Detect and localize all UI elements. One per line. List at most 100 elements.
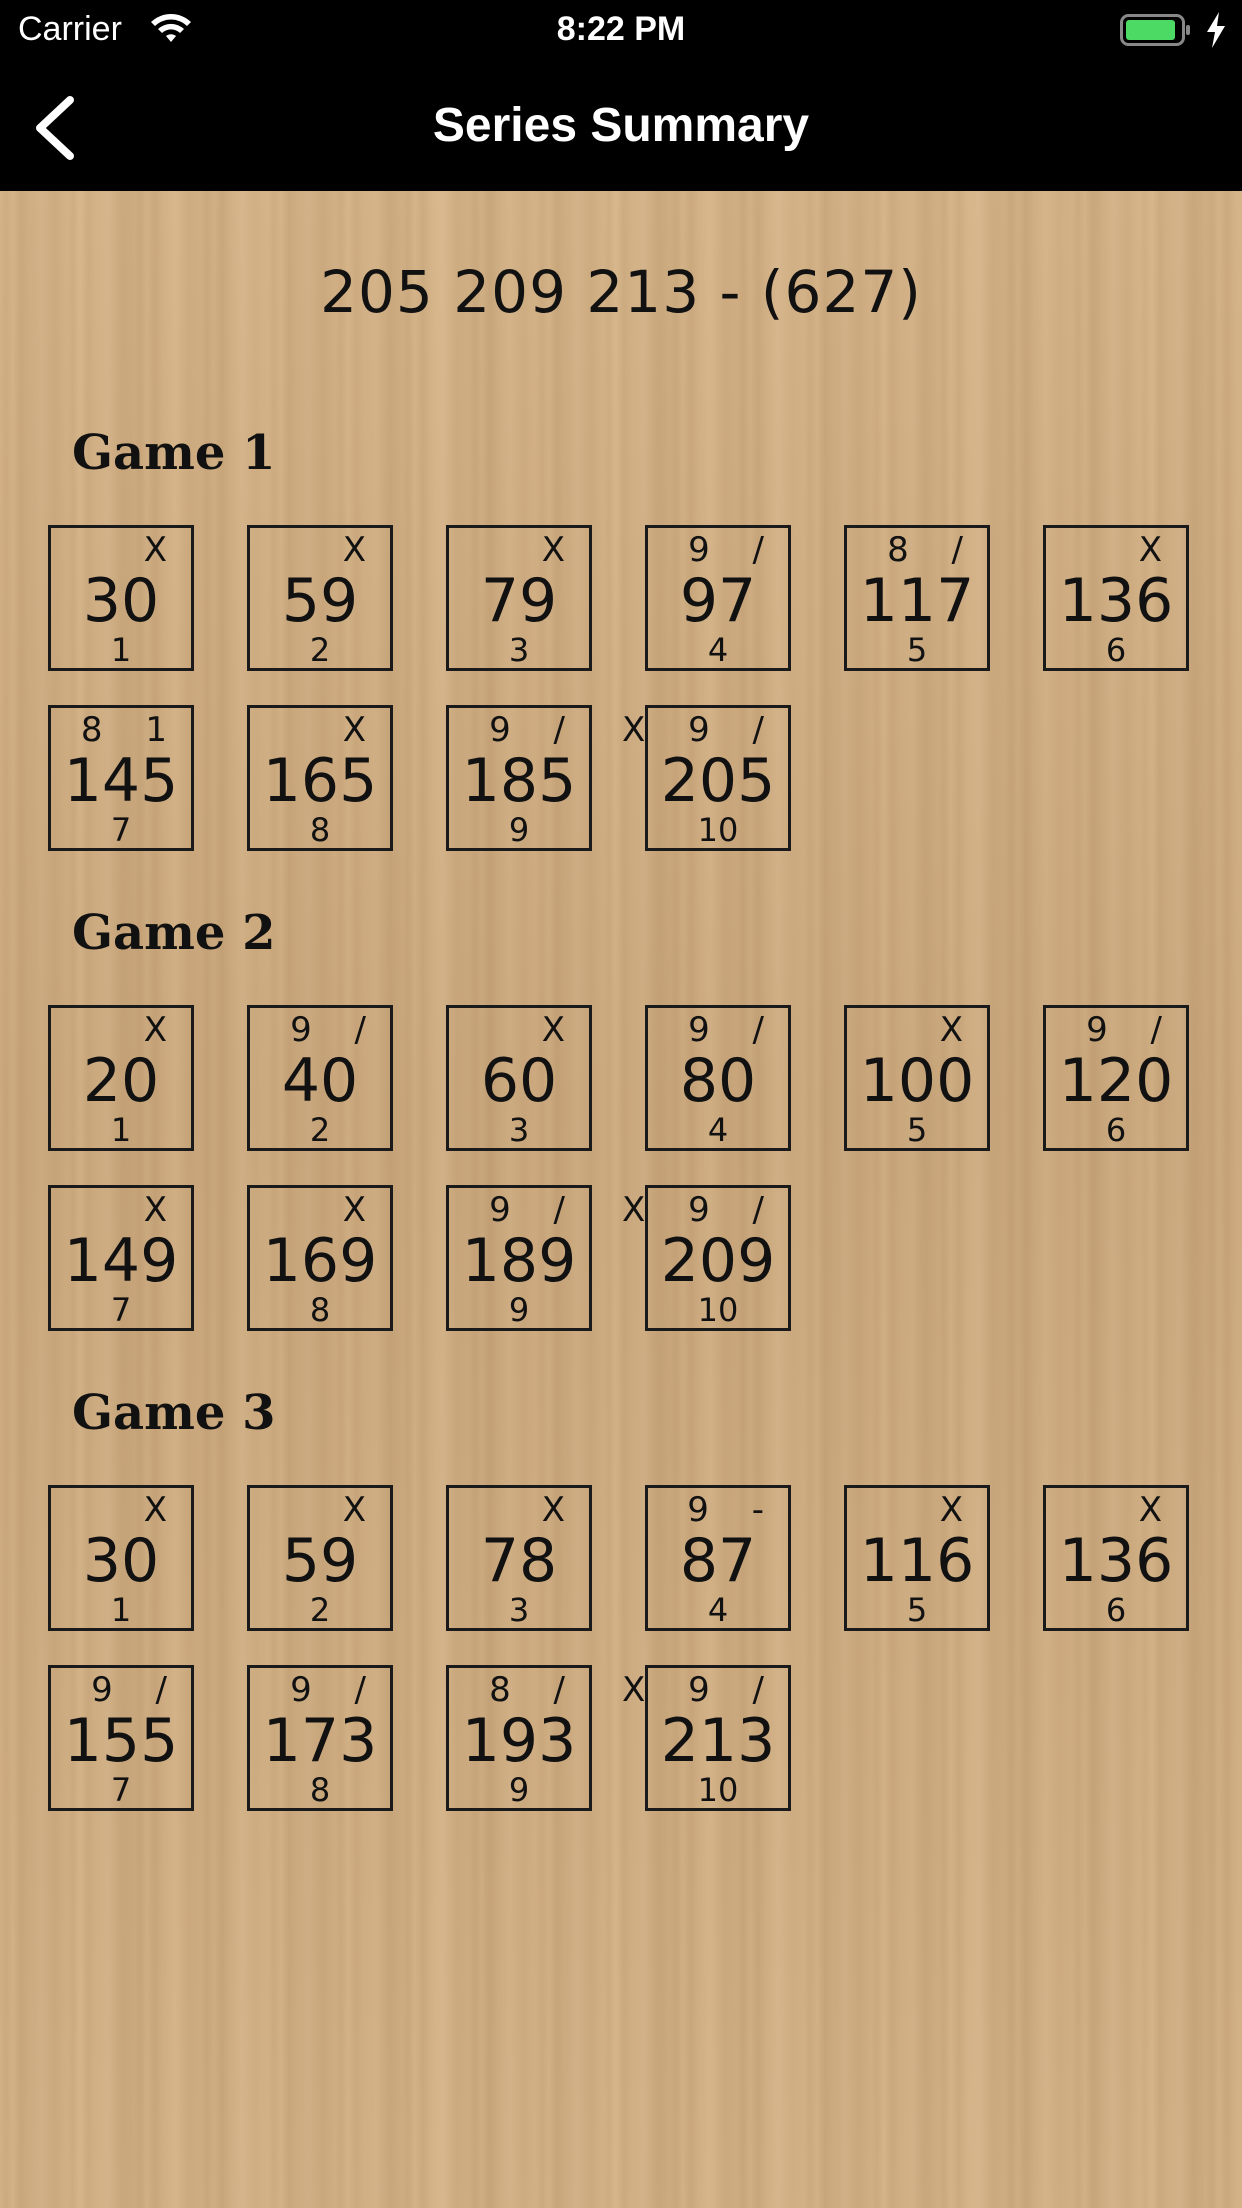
frame-marks: 9 / bbox=[688, 1010, 780, 1050]
frame-score: 87 bbox=[679, 1526, 757, 1596]
frame-box: X 59 2 bbox=[247, 525, 393, 671]
page-title: Series Summary bbox=[432, 99, 810, 152]
frame-box: X 30 1 bbox=[48, 525, 194, 671]
frame-box: X 116 5 bbox=[844, 1485, 990, 1631]
frame-marks: X bbox=[541, 530, 581, 570]
frame-number: 3 bbox=[508, 1591, 530, 1629]
frame-score: 149 bbox=[63, 1226, 179, 1296]
frame-marks: X bbox=[342, 1490, 382, 1530]
frame-number: 1 bbox=[110, 1591, 132, 1629]
frame-marks: X bbox=[342, 710, 382, 750]
frame-marks: 9 / bbox=[290, 1010, 382, 1050]
frame-box: 8 /117 5 bbox=[844, 525, 990, 671]
frame-box: 9 /120 6 bbox=[1043, 1005, 1189, 1151]
frame-score: 173 bbox=[262, 1706, 378, 1776]
frame-score: 30 bbox=[82, 566, 160, 636]
frame-number: 8 bbox=[309, 1291, 331, 1329]
frame-box: 9 /155 7 bbox=[48, 1665, 194, 1811]
frame-score: 185 bbox=[461, 746, 577, 816]
frame-box: X 165 8 bbox=[247, 705, 393, 851]
frame-marks: 8 / bbox=[489, 1670, 581, 1710]
frame-number: 4 bbox=[707, 631, 729, 669]
frame-marks: X bbox=[939, 1010, 979, 1050]
frame-number: 9 bbox=[508, 811, 530, 849]
frame-marks: 9 / bbox=[688, 530, 780, 570]
frame-score: 136 bbox=[1058, 1526, 1174, 1596]
frame-number: 3 bbox=[508, 631, 530, 669]
frame-number: 2 bbox=[309, 631, 331, 669]
frame-score: 80 bbox=[679, 1046, 757, 1116]
frame-box: X 136 6 bbox=[1043, 525, 1189, 671]
frame-box: X 79 3 bbox=[446, 525, 592, 671]
frame-box: X 9 /205 10 bbox=[622, 705, 791, 851]
frame-number: 7 bbox=[110, 1771, 132, 1809]
frame-number: 7 bbox=[110, 1291, 132, 1329]
frame-number: 5 bbox=[906, 1111, 928, 1149]
frame-box: 9 /189 9 bbox=[446, 1185, 592, 1331]
frame-score: 120 bbox=[1058, 1046, 1174, 1116]
battery-icon bbox=[1120, 14, 1190, 46]
frame-number: 10 bbox=[697, 811, 739, 849]
frame-score: 165 bbox=[262, 746, 378, 816]
frame-box: 9 /97 4 bbox=[645, 525, 791, 671]
frame-number: 10 bbox=[697, 1291, 739, 1329]
frame-score: 116 bbox=[859, 1526, 975, 1596]
series-total: 205 209 213 - (627) bbox=[320, 258, 922, 326]
frame-marks: X bbox=[143, 1010, 183, 1050]
frame-score: 213 bbox=[660, 1706, 776, 1776]
frame-score: 155 bbox=[63, 1706, 179, 1776]
frame-box: X 136 6 bbox=[1043, 1485, 1189, 1631]
frame-marks: 9 - bbox=[687, 1490, 780, 1530]
frame-number: 1 bbox=[110, 631, 132, 669]
frame-marks: 9 / bbox=[489, 1190, 581, 1230]
frame-score: 59 bbox=[281, 1526, 359, 1596]
frame-number: 7 bbox=[110, 811, 132, 849]
frame-number: 9 bbox=[508, 1771, 530, 1809]
frame-marks: X bbox=[143, 1190, 183, 1230]
frame-box: X 30 1 bbox=[48, 1485, 194, 1631]
frame-number: 10 bbox=[697, 1771, 739, 1809]
frame-score: 193 bbox=[461, 1706, 577, 1776]
frame-score: 205 bbox=[660, 746, 776, 816]
frame-box: 8 1 145 7 bbox=[48, 705, 194, 851]
charging-icon bbox=[1207, 12, 1225, 48]
frame-number: 6 bbox=[1105, 1111, 1127, 1149]
frame-number: 4 bbox=[707, 1591, 729, 1629]
frame-score: 30 bbox=[82, 1526, 160, 1596]
frame-number: 8 bbox=[309, 1771, 331, 1809]
navigation-bar: Carrier 8:22 PM Series Summary bbox=[0, 0, 1242, 191]
frame-box: 9 /173 8 bbox=[247, 1665, 393, 1811]
frame-box: 9 /80 4 bbox=[645, 1005, 791, 1151]
frame-score: 59 bbox=[281, 566, 359, 636]
frame-score: 20 bbox=[82, 1046, 160, 1116]
frame-marks: X bbox=[541, 1010, 581, 1050]
clock: 8:22 PM bbox=[556, 10, 686, 48]
frame-number: 6 bbox=[1105, 631, 1127, 669]
frame-box: 9 -87 4 bbox=[645, 1485, 791, 1631]
frame-box: X 9 /209 10 bbox=[622, 1185, 791, 1331]
frame-score: 169 bbox=[262, 1226, 378, 1296]
frame-marks: 8 1 bbox=[80, 710, 183, 750]
frame-box: 8 /193 9 bbox=[446, 1665, 592, 1811]
frame-marks: X bbox=[1138, 1490, 1178, 1530]
game-title: Game 3 bbox=[72, 1385, 276, 1441]
frame-number: 9 bbox=[508, 1291, 530, 1329]
frame-number: 5 bbox=[906, 631, 928, 669]
frame-score: 209 bbox=[660, 1226, 776, 1296]
frame-box: X 100 5 bbox=[844, 1005, 990, 1151]
frame-number: 5 bbox=[906, 1591, 928, 1629]
frame-marks: X bbox=[541, 1490, 581, 1530]
frame-marks: X bbox=[939, 1490, 979, 1530]
frame-marks: X bbox=[1138, 530, 1178, 570]
frame-score: 100 bbox=[859, 1046, 975, 1116]
frame-box: X 149 7 bbox=[48, 1185, 194, 1331]
frame-marks: 9 / bbox=[489, 710, 581, 750]
frame-score: 78 bbox=[480, 1526, 558, 1596]
frame-marks: X 9 / bbox=[622, 1670, 780, 1710]
frame-marks: 9 / bbox=[290, 1670, 382, 1710]
frame-box: X 59 2 bbox=[247, 1485, 393, 1631]
game-title: Game 2 bbox=[72, 905, 276, 961]
frame-score: 189 bbox=[461, 1226, 577, 1296]
frame-score: 40 bbox=[281, 1046, 359, 1116]
frame-box: X 78 3 bbox=[446, 1485, 592, 1631]
